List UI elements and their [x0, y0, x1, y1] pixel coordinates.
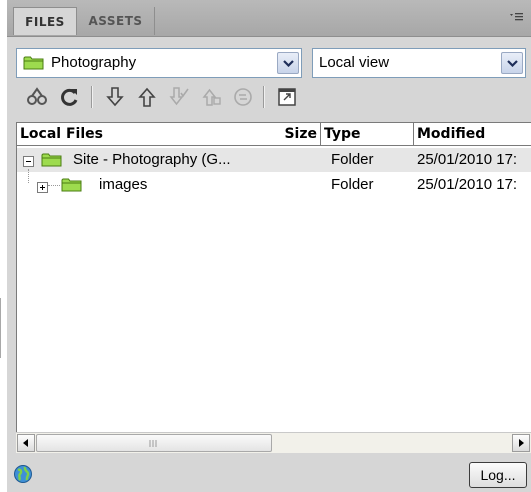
status-bar: Log...	[7, 454, 531, 492]
file-name: Site - Photography (G...	[73, 151, 231, 168]
globe-icon[interactable]	[13, 464, 33, 488]
file-type: Folder	[331, 151, 374, 168]
file-list-header: Local Files Size Type Modified	[16, 122, 531, 146]
toolbar	[7, 82, 531, 112]
horizontal-scrollbar[interactable]	[16, 432, 531, 453]
folder-icon	[23, 55, 45, 75]
file-list: Site - Photography (G... Folder 25/01/20…	[16, 146, 531, 432]
file-modified: 25/01/2010 17:	[417, 151, 518, 168]
connect-icon[interactable]	[25, 85, 49, 109]
check-out-icon[interactable]	[167, 85, 191, 109]
view-select[interactable]: Local view	[312, 48, 526, 78]
list-item[interactable]: images Folder 25/01/2010 17:	[17, 169, 531, 197]
folder-icon	[41, 152, 63, 172]
view-select-value: Local view	[319, 54, 390, 71]
folder-icon	[61, 177, 83, 197]
column-local-files[interactable]: Local Files	[17, 123, 267, 145]
column-size[interactable]: Size	[269, 123, 319, 145]
scroll-right-button[interactable]	[512, 434, 530, 452]
check-in-icon[interactable]	[199, 85, 223, 109]
synchronize-icon[interactable]	[231, 85, 255, 109]
scrollbar-thumb[interactable]	[36, 434, 272, 452]
expand-icon[interactable]	[37, 180, 48, 197]
file-type: Folder	[331, 176, 374, 193]
column-modified[interactable]: Modified	[413, 123, 531, 145]
site-select-value: Photography	[51, 54, 137, 71]
put-icon[interactable]	[135, 85, 159, 109]
panel-menu-icon[interactable]	[509, 10, 523, 24]
chevron-down-icon[interactable]	[277, 52, 299, 74]
column-type[interactable]: Type	[320, 123, 412, 145]
chevron-down-icon[interactable]	[501, 52, 523, 74]
expand-icon[interactable]	[275, 85, 299, 109]
tab-files[interactable]: FILES	[13, 7, 77, 35]
refresh-icon[interactable]	[57, 85, 81, 109]
tab-strip: FILES ASSETS	[7, 0, 531, 37]
get-icon[interactable]	[103, 85, 127, 109]
files-panel: FILES ASSETS Photography Local view Loca…	[7, 0, 531, 492]
tab-assets[interactable]: ASSETS	[77, 7, 155, 35]
scroll-left-button[interactable]	[17, 434, 35, 452]
file-name: images	[99, 176, 148, 193]
list-item[interactable]: Site - Photography (G... Folder 25/01/20…	[17, 148, 531, 172]
site-select[interactable]: Photography	[16, 48, 302, 78]
log-button[interactable]: Log...	[469, 462, 527, 488]
file-modified: 25/01/2010 17:	[417, 176, 518, 193]
window-edge	[0, 0, 7, 492]
